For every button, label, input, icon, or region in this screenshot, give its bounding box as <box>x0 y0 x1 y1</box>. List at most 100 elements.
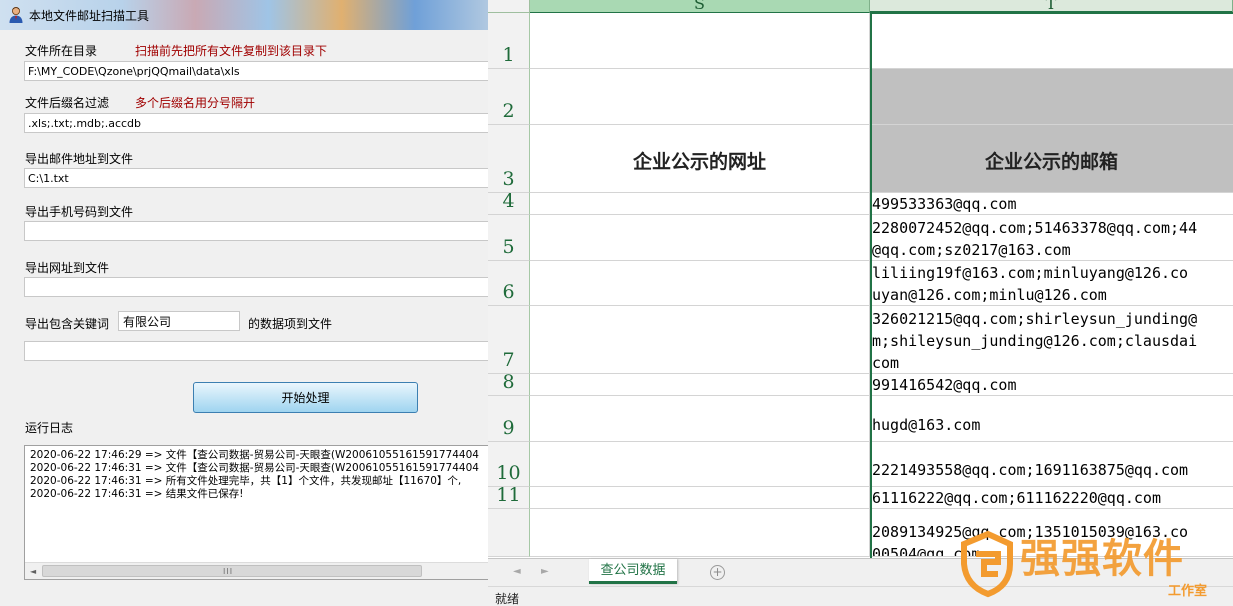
log-horizontal-scrollbar[interactable]: ◄ III <box>25 562 488 579</box>
phone-output-label: 导出手机号码到文件 <box>25 205 134 219</box>
cell-t[interactable]: hugd@163.com <box>870 396 1233 442</box>
row-header[interactable]: 9 <box>488 396 530 442</box>
row-header[interactable]: 7 <box>488 306 530 374</box>
email-text: uyan@126.com;minlu@126.com <box>872 286 1107 304</box>
cell-s[interactable] <box>530 487 870 509</box>
cell-s[interactable] <box>530 193 870 215</box>
email-output-label: 导出邮件地址到文件 <box>25 152 134 166</box>
cell-t[interactable]: 61116222@qq.com;611162220@qq.com <box>870 487 1233 509</box>
column-header-label: S <box>694 0 705 13</box>
row-number: 3 <box>502 168 515 190</box>
header-cell-url: 企业公示的网址 <box>632 151 766 173</box>
row-number: 5 <box>502 236 515 258</box>
selection-border-top <box>870 12 1233 14</box>
log-line: 2020-06-22 17:46:29 => 文件【查公司数据-贸易公司-天眼查… <box>30 449 479 461</box>
row-header[interactable] <box>488 509 530 557</box>
email-output-input[interactable] <box>24 168 488 188</box>
tab-prev-icon[interactable]: ◄ <box>513 566 521 577</box>
cell-s[interactable] <box>530 374 870 396</box>
row-header[interactable]: 5 <box>488 215 530 261</box>
scanner-window: 本地文件邮址扫描工具 文件所在目录 扫描前先把所有文件复制到该目录下 文件后缀名… <box>0 0 488 606</box>
email-text: 2280072452@qq.com;51463378@qq.com;44 <box>872 219 1198 237</box>
log-label: 运行日志 <box>25 421 74 435</box>
row-number: 9 <box>502 417 515 439</box>
cell-t[interactable]: 991416542@qq.com <box>870 374 1233 396</box>
cell-s[interactable] <box>530 306 870 374</box>
log-line: 2020-06-22 17:46:31 => 结果文件已保存! <box>30 488 244 500</box>
cell-t[interactable]: 326021215@qq.com;shirleysun_junding@ m;sh… <box>870 306 1233 374</box>
email-text: 991416542@qq.com <box>872 376 1017 394</box>
window-title: 本地文件邮址扫描工具 <box>29 9 150 23</box>
cell-s[interactable] <box>530 442 870 487</box>
cell-t[interactable] <box>870 13 1233 69</box>
tab-next-icon[interactable]: ► <box>541 566 549 577</box>
keyword-output-input[interactable] <box>24 341 488 361</box>
email-text: 499533363@qq.com <box>872 195 1017 213</box>
cell-t[interactable]: 2221493558@qq.com;1691163875@qq.com <box>870 442 1233 487</box>
email-text: liliing19f@163.com;minluyang@126.co <box>872 264 1189 282</box>
cell-s[interactable]: 企业公示的网址 <box>530 125 870 193</box>
row-number: 6 <box>502 281 515 303</box>
row-header[interactable]: 6 <box>488 261 530 306</box>
cell-s[interactable] <box>530 509 870 557</box>
row-number: 11 <box>496 484 521 506</box>
row-header[interactable]: 2 <box>488 69 530 125</box>
keyword-input[interactable] <box>118 311 240 331</box>
scroll-thumb[interactable]: III <box>42 565 422 577</box>
cell-s[interactable] <box>530 261 870 306</box>
column-header-s[interactable]: S <box>530 0 870 13</box>
watermark-logo-icon <box>961 530 1013 598</box>
cell-t[interactable]: 企业公示的邮箱 <box>870 125 1233 193</box>
row-number: 4 <box>502 190 515 212</box>
row-header[interactable]: 8 <box>488 371 530 396</box>
row-header[interactable]: 1 <box>488 13 530 69</box>
select-all-corner[interactable] <box>488 0 530 13</box>
title-bar[interactable]: 本地文件邮址扫描工具 <box>0 0 488 30</box>
ext-input[interactable] <box>24 113 488 133</box>
sheet-tab-company-data[interactable]: 查公司数据 <box>589 559 677 584</box>
cell-s[interactable] <box>530 396 870 442</box>
url-output-input[interactable] <box>24 277 488 297</box>
cell-s[interactable] <box>530 215 870 261</box>
row-number: 8 <box>502 371 515 393</box>
cell-s[interactable] <box>530 13 870 69</box>
phone-output-input[interactable] <box>24 221 488 241</box>
scroll-grip-icon: III <box>223 567 234 576</box>
email-text: com <box>872 354 900 372</box>
selection-border-left <box>870 13 872 558</box>
row-header[interactable]: 10 <box>488 442 530 487</box>
cell-t[interactable] <box>870 69 1233 125</box>
header-cell-email: 企业公示的邮箱 <box>984 151 1118 173</box>
keyword-label-prefix: 导出包含关键词 <box>25 317 110 331</box>
spreadsheet-window: S T 1 2 3 企业公示的网址 企业公示的邮箱 4 499533363@qq.com 5 2… <box>488 0 1233 606</box>
dir-hint: 扫描前先把所有文件复制到该目录下 <box>135 44 328 58</box>
dir-input[interactable] <box>24 61 488 81</box>
log-lines: 2020-06-22 17:46:29 => 文件【查公司数据-贸易公司-天眼查… <box>25 449 479 501</box>
row-number: 2 <box>502 100 515 122</box>
log-box[interactable]: 2020-06-22 17:46:29 => 文件【查公司数据-贸易公司-天眼查… <box>24 445 488 580</box>
row-header[interactable]: 11 <box>488 484 530 509</box>
watermark: 强强软件 工作室 <box>928 522 1233 606</box>
cell-t[interactable]: 2280072452@qq.com;51463378@qq.com;44 @qq.… <box>870 215 1233 261</box>
watermark-subtext: 工作室 <box>1168 584 1208 599</box>
row-header[interactable]: 3 <box>488 125 530 193</box>
watermark-text: 强强软件 <box>1020 536 1184 582</box>
dir-label: 文件所在目录 <box>25 44 98 58</box>
start-button[interactable]: 开始处理 <box>193 382 418 413</box>
email-text: hugd@163.com <box>872 416 981 434</box>
log-line: 2020-06-22 17:46:31 => 所有文件处理完毕，共【1】个文件，… <box>30 475 462 487</box>
email-text: m;shileysun_junding@126.com;clausdai <box>872 332 1198 350</box>
scroll-left-arrow-icon[interactable]: ◄ <box>30 567 36 576</box>
email-text: @qq.com;sz0217@163.com <box>872 241 1071 259</box>
add-sheet-icon[interactable]: + <box>710 565 725 580</box>
row-number: 7 <box>502 349 515 371</box>
ext-hint: 多个后缀名用分号隔开 <box>135 96 256 110</box>
row-number: 10 <box>496 462 521 484</box>
row-header[interactable]: 4 <box>488 190 530 215</box>
cell-t[interactable]: liliing19f@163.com;minluyang@126.co uyan@… <box>870 261 1233 306</box>
email-text: 61116222@qq.com;611162220@qq.com <box>872 489 1161 507</box>
email-text: 2221493558@qq.com;1691163875@qq.com <box>872 461 1189 479</box>
cell-s[interactable] <box>530 69 870 125</box>
email-text: 326021215@qq.com;shirleysun_junding@ <box>872 310 1198 328</box>
cell-t[interactable]: 499533363@qq.com <box>870 193 1233 215</box>
